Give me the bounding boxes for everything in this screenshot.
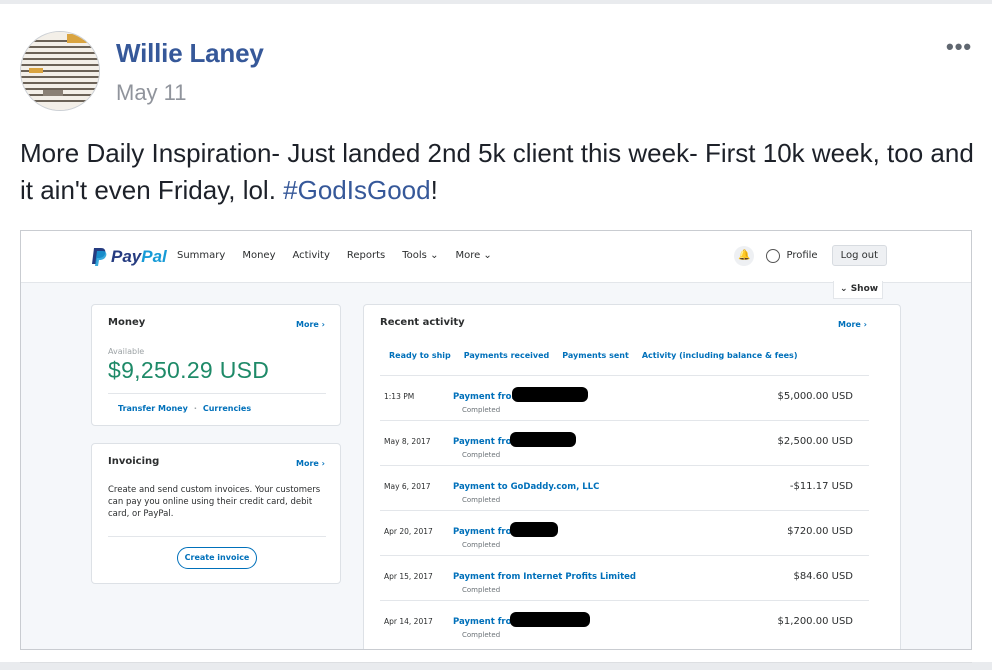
activity-list: 1:13 PM Payment from Completed $5,000.00… — [380, 375, 869, 645]
activity-status: Completed — [462, 451, 501, 459]
activity-row: May 8, 2017 Payment from Completed $2,50… — [380, 420, 869, 465]
money-card-title: Money — [108, 317, 146, 328]
nav-reports: Reports — [346, 250, 386, 261]
paypal-word-pay: Pay — [111, 247, 142, 266]
filter-activity-all: Activity (including balance & fees) — [641, 351, 798, 360]
redaction-mark — [510, 522, 558, 537]
activity-date: Apr 15, 2017 — [384, 572, 433, 581]
invoicing-description: Create and send custom invoices. Your cu… — [108, 485, 321, 519]
money-links: Transfer Money · Currencies — [118, 404, 251, 413]
recent-activity-card: Recent activity More › Ready to ship Pay… — [363, 304, 901, 649]
logout-button: Log out — [831, 245, 887, 266]
profile-icon — [766, 248, 781, 263]
money-card: Money More › Available $9,250.29 USD Tra… — [91, 304, 341, 426]
activity-date: May 8, 2017 — [384, 437, 431, 446]
activity-amount: -$11.17 USD — [789, 481, 853, 492]
show-label: Show — [850, 284, 879, 294]
divider — [108, 536, 326, 537]
activity-date: Apr 14, 2017 — [384, 617, 433, 626]
post-text-end: ! — [430, 175, 438, 205]
avatar-image — [21, 32, 99, 110]
activity-row: Apr 14, 2017 Payment from Completed $1,2… — [380, 600, 869, 645]
redaction-mark — [510, 432, 576, 447]
filter-payments-received: Payments received — [463, 351, 550, 360]
activity-status: Completed — [462, 631, 501, 639]
redaction-mark — [510, 612, 590, 627]
redaction-mark — [512, 387, 588, 402]
activity-status: Completed — [462, 586, 501, 594]
paypal-p-icon — [91, 247, 107, 267]
activity-amount: $720.00 USD — [787, 526, 853, 537]
invoicing-more-link: More › — [296, 459, 325, 468]
activity-amount: $1,200.00 USD — [777, 616, 853, 627]
activity-status: Completed — [462, 496, 501, 504]
activity-amount: $5,000.00 USD — [777, 391, 853, 402]
activity-row: Apr 15, 2017 Payment from Internet Profi… — [380, 555, 869, 600]
paypal-screenshot[interactable]: Pay Pal Summary Money Activity Reports To… — [20, 230, 972, 650]
activity-status: Completed — [462, 406, 501, 414]
post-date[interactable]: May 11 — [116, 80, 187, 106]
nav-activity: Activity — [292, 250, 330, 261]
hashtag-link[interactable]: #GodIsGood — [283, 175, 430, 205]
transfer-money-link: Transfer Money — [118, 404, 188, 413]
divider — [108, 393, 326, 394]
invoicing-card-title: Invoicing — [108, 456, 160, 467]
nav-tools: Tools ⌄ — [402, 250, 439, 261]
available-label: Available — [108, 347, 145, 356]
facebook-post: Willie Laney May 11 ••• More Daily Inspi… — [0, 0, 992, 662]
money-more-link: More › — [296, 320, 325, 329]
post-options-icon[interactable]: ••• — [946, 34, 972, 60]
currencies-link: Currencies — [202, 404, 252, 413]
profile-label: Profile — [786, 250, 818, 261]
activity-date: Apr 20, 2017 — [384, 527, 433, 536]
post-divider — [20, 662, 972, 663]
author-name[interactable]: Willie Laney — [116, 38, 264, 69]
activity-date: May 6, 2017 — [384, 482, 431, 491]
filter-ready-to-ship: Ready to ship — [389, 351, 451, 360]
activity-name: Payment from — [453, 392, 521, 402]
paypal-header: Pay Pal Summary Money Activity Reports To… — [21, 231, 971, 283]
activity-filters: Ready to ship Payments received Payments… — [389, 351, 810, 360]
paypal-logo: Pay Pal — [91, 247, 167, 267]
activity-amount: $2,500.00 USD — [777, 436, 853, 447]
activity-name: Payment from Internet Profits Limited — [453, 572, 636, 582]
activity-row: May 6, 2017 Payment to GoDaddy.com, LLC … — [380, 465, 869, 510]
activity-date: 1:13 PM — [384, 392, 415, 401]
post-text: More Daily Inspiration- Just landed 2nd … — [20, 135, 980, 209]
nav-more: More ⌄ — [455, 250, 492, 261]
activity-status: Completed — [462, 541, 501, 549]
author-avatar[interactable] — [20, 31, 100, 111]
recent-activity-title: Recent activity — [380, 317, 465, 328]
paypal-header-right: 🔔 Profile Log out — [734, 245, 887, 266]
balance-amount: $9,250.29 USD — [108, 357, 270, 383]
paypal-nav: Summary Money Activity Reports Tools ⌄ M… — [177, 250, 509, 261]
bell-icon: 🔔 — [734, 245, 755, 266]
invoicing-card: Invoicing More › Create and send custom … — [91, 443, 341, 584]
activity-row: Apr 20, 2017 Payment from Completed $720… — [380, 510, 869, 555]
post-text-body: More Daily Inspiration- Just landed 2nd … — [20, 138, 974, 205]
nav-summary: Summary — [177, 250, 226, 261]
recent-activity-more-link: More › — [838, 320, 867, 329]
filter-payments-sent: Payments sent — [562, 351, 629, 360]
activity-amount: $84.60 USD — [793, 571, 853, 582]
show-tab: ⌄ Show — [833, 281, 883, 299]
create-invoice-button: Create invoice — [177, 547, 257, 569]
link-separator: · — [193, 404, 197, 413]
activity-name: Payment to GoDaddy.com, LLC — [453, 482, 600, 492]
chevron-down-icon: ⌄ — [840, 284, 848, 294]
nav-money: Money — [242, 250, 276, 261]
activity-row: 1:13 PM Payment from Completed $5,000.00… — [380, 375, 869, 420]
paypal-word-pal: Pal — [141, 247, 167, 266]
